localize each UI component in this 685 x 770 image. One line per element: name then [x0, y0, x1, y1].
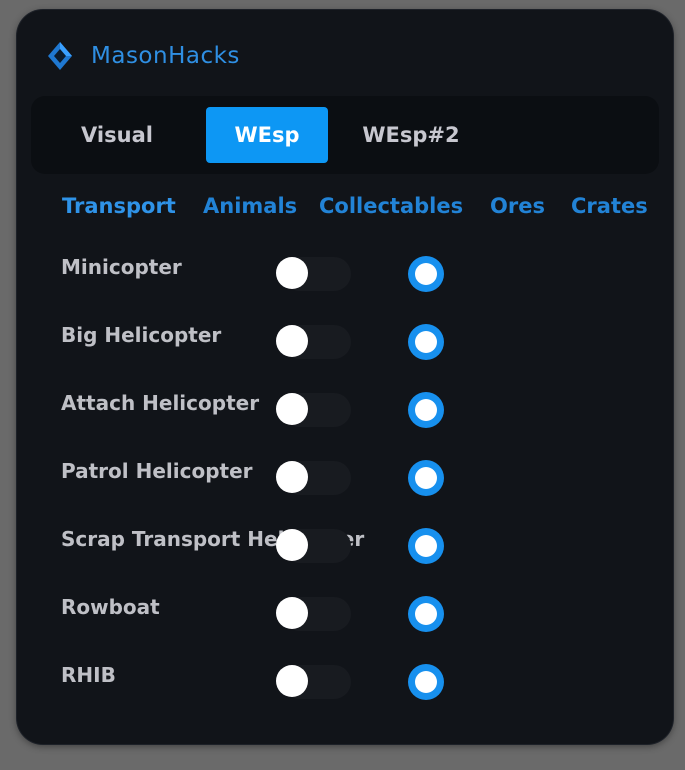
row-label: Rowboat	[61, 595, 160, 619]
color-picker-center	[415, 467, 437, 489]
color-picker[interactable]	[408, 256, 444, 292]
diamond-logo-icon	[48, 42, 72, 70]
toggle-knob	[276, 325, 308, 357]
esp-row-rowboat: Rowboat	[17, 595, 673, 655]
subtab-animals[interactable]: Animals	[203, 194, 297, 218]
color-picker-center	[415, 603, 437, 625]
subtab-crates[interactable]: Crates	[571, 194, 648, 218]
esp-row-scrap-transport-helicopter: Scrap Transport Helicopter	[17, 527, 673, 587]
subtab-collectables[interactable]: Collectables	[319, 194, 463, 218]
app-title: MasonHacks	[91, 43, 240, 69]
row-label: Minicopter	[61, 255, 182, 279]
enable-toggle[interactable]	[275, 663, 351, 701]
color-picker[interactable]	[408, 324, 444, 360]
row-label: Patrol Helicopter	[61, 459, 253, 483]
esp-row-minicopter: Minicopter	[17, 255, 673, 315]
toggle-knob	[276, 393, 308, 425]
esp-row-rhib: RHIB	[17, 663, 673, 723]
color-picker[interactable]	[408, 460, 444, 496]
color-picker[interactable]	[408, 528, 444, 564]
color-picker[interactable]	[408, 664, 444, 700]
toggle-knob	[276, 257, 308, 289]
subtab-ores[interactable]: Ores	[490, 194, 545, 218]
esp-row-big-helicopter: Big Helicopter	[17, 323, 673, 383]
enable-toggle[interactable]	[275, 323, 351, 361]
enable-toggle[interactable]	[275, 527, 351, 565]
toggle-knob	[276, 597, 308, 629]
enable-toggle[interactable]	[275, 391, 351, 429]
color-picker[interactable]	[408, 392, 444, 428]
esp-row-attach-helicopter: Attach Helicopter	[17, 391, 673, 451]
color-picker-center	[415, 399, 437, 421]
color-picker-center	[415, 671, 437, 693]
subtab-transport[interactable]: Transport	[62, 194, 176, 218]
row-label: Big Helicopter	[61, 323, 222, 347]
toggle-knob	[276, 461, 308, 493]
tab-wesp[interactable]: WEsp	[206, 107, 328, 163]
esp-row-patrol-helicopter: Patrol Helicopter	[17, 459, 673, 519]
color-picker-center	[415, 535, 437, 557]
tab-visual[interactable]: Visual	[59, 107, 175, 163]
color-picker-center	[415, 331, 437, 353]
cheat-menu-window: MasonHacks Visual WEsp WEsp#2 Transport …	[17, 10, 673, 744]
toggle-knob	[276, 665, 308, 697]
row-label: Attach Helicopter	[61, 391, 260, 415]
color-picker[interactable]	[408, 596, 444, 632]
tab-wesp-2[interactable]: WEsp#2	[349, 107, 473, 163]
enable-toggle[interactable]	[275, 459, 351, 497]
toggle-knob	[276, 529, 308, 561]
window-header: MasonHacks	[45, 38, 240, 74]
main-tab-bar: Visual WEsp WEsp#2	[31, 96, 659, 174]
enable-toggle[interactable]	[275, 255, 351, 293]
color-picker-center	[415, 263, 437, 285]
row-label: RHIB	[61, 663, 116, 687]
category-tabs: Transport Animals Collectables Ores Crat…	[17, 194, 673, 224]
enable-toggle[interactable]	[275, 595, 351, 633]
